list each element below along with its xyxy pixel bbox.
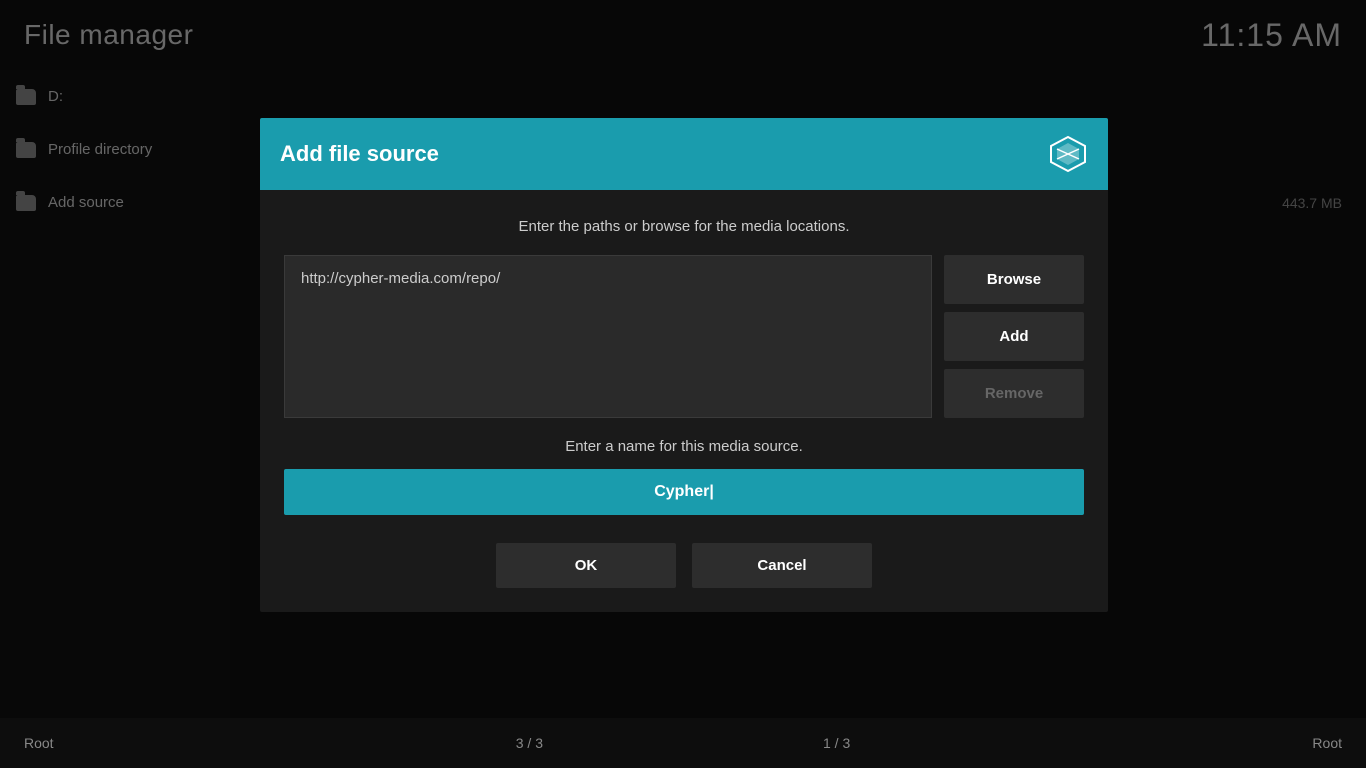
url-buttons: Browse Add Remove <box>944 255 1084 418</box>
remove-button[interactable]: Remove <box>944 369 1084 418</box>
dialog-title: Add file source <box>280 141 439 167</box>
ok-button[interactable]: OK <box>496 543 676 588</box>
footer-center: 3 / 3 1 / 3 <box>516 735 851 751</box>
add-file-source-dialog: Add file source Enter the paths or brows… <box>260 118 1108 612</box>
footer-page-left: 3 / 3 <box>516 735 543 751</box>
name-instruction: Enter a name for this media source. <box>284 438 1084 455</box>
footer-left: Root <box>24 735 54 751</box>
dialog-body: Enter the paths or browse for the media … <box>260 190 1108 612</box>
footer-right: Root <box>1312 735 1342 751</box>
url-instruction: Enter the paths or browse for the media … <box>284 218 1084 235</box>
dialog-header: Add file source <box>260 118 1108 190</box>
dialog-footer: OK Cancel <box>284 543 1084 588</box>
cancel-button[interactable]: Cancel <box>692 543 872 588</box>
kodi-logo <box>1048 134 1088 174</box>
url-input[interactable]: http://cypher-media.com/repo/ <box>284 255 932 418</box>
footer-page-right: 1 / 3 <box>823 735 850 751</box>
add-button[interactable]: Add <box>944 312 1084 361</box>
name-input[interactable]: Cypher| <box>284 469 1084 515</box>
browse-button[interactable]: Browse <box>944 255 1084 304</box>
footer: Root 3 / 3 1 / 3 Root <box>0 718 1366 768</box>
url-section: http://cypher-media.com/repo/ Browse Add… <box>284 255 1084 418</box>
